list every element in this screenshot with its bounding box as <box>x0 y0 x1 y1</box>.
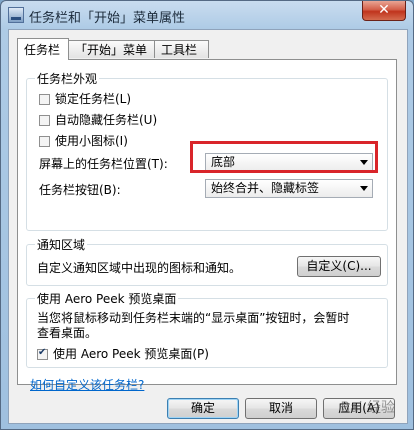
position-label: 屏幕上的任务栏位置(T): <box>39 157 168 171</box>
buttons-label: 任务栏按钮(B): <box>39 183 121 197</box>
small-icons-option[interactable]: 使用小图标(I) <box>39 132 128 149</box>
lock-taskbar-checkbox[interactable] <box>39 94 50 105</box>
notification-description: 自定义通知区域中出现的图标和通知。 <box>37 261 242 275</box>
cancel-button[interactable]: 取消 <box>245 398 317 419</box>
notification-group-title: 通知区域 <box>35 236 88 253</box>
small-icons-label: 使用小图标(I) <box>55 134 128 148</box>
autohide-checkbox[interactable] <box>39 115 50 126</box>
aero-peek-group: 使用 Aero Peek 预览桌面 当您将鼠标移动到任务栏末端的“显示桌面”按钮… <box>26 290 388 368</box>
close-button[interactable]: ✕ <box>362 1 406 21</box>
dialog-client: 任务栏 「开始」菜单 工具栏 任务栏外观 锁定任务栏(L) 自动隐藏任务栏(U)… <box>8 29 408 424</box>
chevron-down-icon <box>360 160 368 165</box>
appearance-group: 任务栏外观 锁定任务栏(L) 自动隐藏任务栏(U) 使用小图标(I) 屏幕上的任… <box>26 70 388 231</box>
tab-toolbars[interactable]: 工具栏 <box>154 40 209 58</box>
tab-start-menu[interactable]: 「开始」菜单 <box>68 40 155 58</box>
buttons-select[interactable]: 始终合并、隐藏标签 <box>205 179 373 198</box>
chevron-down-icon <box>360 186 368 191</box>
customize-button[interactable]: 自定义(C)... <box>297 256 381 277</box>
appearance-group-title: 任务栏外观 <box>35 70 100 87</box>
position-select[interactable]: 底部 <box>205 153 373 172</box>
autohide-label: 自动隐藏任务栏(U) <box>55 113 158 127</box>
taskbar-icon <box>8 7 24 23</box>
small-icons-checkbox[interactable] <box>39 136 50 147</box>
title-bar[interactable]: 任务栏和「开始」菜单属性 ✕ <box>1 1 413 29</box>
buttons-select-value: 始终合并、隐藏标签 <box>211 181 320 195</box>
autohide-option[interactable]: 自动隐藏任务栏(U) <box>39 111 157 128</box>
notification-group: 通知区域 自定义通知区域中出现的图标和通知。 自定义(C)... <box>26 236 388 286</box>
ok-button[interactable]: 确定 <box>167 398 239 419</box>
help-link[interactable]: 如何自定义该任务栏? <box>30 376 144 393</box>
aero-peek-option[interactable]: 使用 Aero Peek 预览桌面(P) <box>37 345 209 362</box>
lock-taskbar-label: 锁定任务栏(L) <box>55 92 132 106</box>
aero-peek-group-title: 使用 Aero Peek 预览桌面 <box>35 290 179 307</box>
tab-taskbar[interactable]: 任务栏 <box>17 38 69 60</box>
aero-peek-label: 使用 Aero Peek 预览桌面(P) <box>53 347 209 361</box>
lock-taskbar-option[interactable]: 锁定任务栏(L) <box>39 90 131 107</box>
watermark: Bai 经验 <box>340 400 395 416</box>
tab-strip: 任务栏 「开始」菜单 工具栏 <box>17 38 397 60</box>
properties-window: 任务栏和「开始」菜单属性 ✕ 任务栏 「开始」菜单 工具栏 任务栏外观 锁定任务… <box>0 0 414 430</box>
tab-panel-taskbar: 任务栏外观 锁定任务栏(L) 自动隐藏任务栏(U) 使用小图标(I) 屏幕上的任… <box>17 59 397 392</box>
aero-peek-checkbox[interactable] <box>37 347 48 360</box>
aero-peek-description-line2: 查看桌面。 <box>37 326 98 340</box>
position-select-value: 底部 <box>211 155 236 169</box>
window-title: 任务栏和「开始」菜单属性 <box>29 11 186 26</box>
